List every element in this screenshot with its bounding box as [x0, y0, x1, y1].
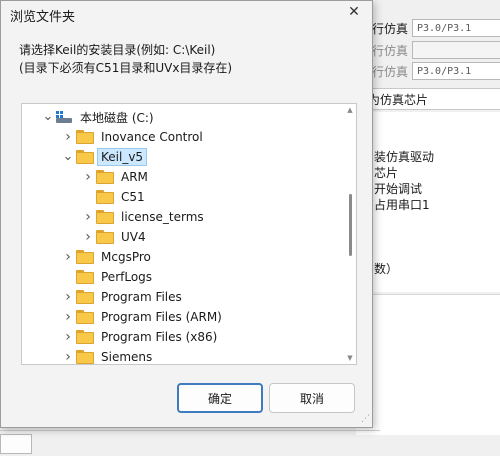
scroll-up-arrow-icon[interactable]: ▲ [346, 106, 354, 114]
folder-icon [96, 230, 114, 244]
tree-item[interactable]: › Program Files (x86) [62, 327, 221, 347]
folder-icon [96, 170, 114, 184]
emulation-row-3: 行仿真 P3.0/P3.1 ▼ [372, 61, 500, 81]
chevron-right-icon[interactable]: › [62, 289, 74, 305]
scroll-thumb[interactable] [349, 194, 352, 256]
emulation-row-1: 行仿真 P3.0/P3.1 ▼ [372, 18, 500, 38]
background-option-text-4: 占用串口1 [374, 198, 430, 212]
folder-icon [76, 330, 94, 344]
folder-icon [76, 290, 94, 304]
emulation-row-1-label: 行仿真 [372, 21, 409, 36]
tree-item[interactable]: C51 [82, 187, 149, 207]
tree-item-label: Siemens [101, 350, 153, 364]
tree-item[interactable]: › Siemens [62, 347, 156, 364]
folder-icon [76, 350, 94, 364]
tree-item[interactable]: › McgsPro [62, 247, 155, 267]
tree-item[interactable]: PerfLogs [62, 267, 156, 287]
tree-item[interactable]: › Program Files [62, 287, 186, 307]
dialog-instruction-line-2: (目录下必须有C51目录和UVx目录存在) [19, 61, 233, 75]
chevron-right-icon[interactable]: › [62, 249, 74, 265]
emulation-port-select-2[interactable]: ▼ [412, 41, 500, 59]
tree-item-label: C51 [121, 190, 145, 204]
background-option-text-1: 装仿真驱动 [374, 150, 435, 164]
drive-icon [56, 111, 72, 123]
tree-item-label: Inovance Control [101, 130, 203, 144]
folder-icon [96, 210, 114, 224]
background-button[interactable] [0, 434, 32, 454]
tree-scrollbar[interactable]: ▲ ▼ [344, 104, 356, 364]
tree-item-label: PerfLogs [101, 270, 153, 284]
cancel-button[interactable]: 取消 [269, 383, 355, 413]
tree-item-label: Program Files (x86) [101, 330, 218, 344]
folder-icon [76, 310, 94, 324]
chevron-right-icon[interactable]: › [62, 329, 74, 345]
tree-item-label: Program Files [101, 290, 182, 304]
emulation-row-2-label: 行仿真 [372, 43, 409, 58]
chevron-down-icon[interactable]: ⌄ [42, 110, 54, 123]
background-option-text-2: 芯片 [374, 166, 399, 180]
tree-item-label: McgsPro [101, 250, 151, 264]
tree-item-label: Program Files (ARM) [101, 310, 222, 324]
folder-icon [96, 190, 114, 204]
chevron-right-icon[interactable]: › [62, 349, 74, 364]
chevron-right-icon[interactable]: › [82, 169, 94, 185]
tree-item[interactable]: › Inovance Control [62, 127, 207, 147]
tree-item-label: license_terms [121, 210, 204, 224]
emulation-chip-bar[interactable]: 为仿真芯片 [356, 88, 500, 110]
close-button[interactable]: ✕ [336, 1, 372, 23]
tree-item-label: Keil_v5 [97, 148, 148, 166]
tree-item[interactable]: › ARM [82, 167, 152, 187]
folder-icon [76, 250, 94, 264]
tree-item-label: 本地磁盘 (C:) [80, 110, 154, 125]
emulation-row-2: 行仿真 ▼ [372, 40, 500, 60]
chevron-right-icon[interactable]: › [82, 229, 94, 245]
emulation-row-3-label: 行仿真 [372, 64, 409, 79]
emulation-port-select-3[interactable]: P3.0/P3.1 ▼ [412, 62, 500, 80]
dialog-title: 浏览文件夹 [10, 10, 76, 25]
tree-item[interactable]: › UV4 [82, 227, 150, 247]
folder-tree[interactable]: ⌄ 本地磁盘 (C:) › Inovance Control ⌄ Keil_v5 › ARM C… [21, 103, 357, 365]
background-option-text-3: 开始调试 [374, 182, 423, 196]
folder-icon [76, 130, 94, 144]
resize-grip-icon[interactable]: ⋰ [361, 414, 370, 424]
tree-item[interactable]: ⌄ Keil_v5 [62, 147, 148, 167]
folder-icon [76, 270, 94, 284]
tree-item[interactable]: › license_terms [82, 207, 208, 227]
tree-item-label: ARM [121, 170, 148, 184]
chevron-right-icon[interactable]: › [82, 209, 94, 225]
tree-item-label: UV4 [121, 230, 146, 244]
folder-icon [76, 150, 94, 164]
ok-button[interactable]: 确定 [177, 383, 263, 413]
close-icon: ✕ [348, 4, 360, 20]
chevron-right-icon[interactable]: › [62, 309, 74, 325]
background-divider [0, 430, 380, 431]
scroll-down-arrow-icon[interactable]: ▼ [346, 354, 354, 362]
browse-folder-dialog: 浏览文件夹 ✕ 请选择Keil的安装目录(例如: C:\Keil) (目录下必须… [0, 0, 373, 428]
background-lower-panel [356, 294, 500, 435]
emulation-chip-text: 为仿真芯片 [368, 92, 429, 107]
dialog-titlebar[interactable]: 浏览文件夹 ✕ [1, 1, 372, 27]
chevron-right-icon[interactable]: › [62, 129, 74, 145]
tree-item[interactable]: ⌄ 本地磁盘 (C:) [42, 107, 158, 127]
background-option-text-5: 数） [374, 262, 399, 276]
dialog-instruction-line-1: 请选择Keil的安装目录(例如: C:\Keil) [19, 43, 216, 57]
tree-item[interactable]: › Program Files (ARM) [62, 307, 226, 327]
chevron-down-icon[interactable]: ⌄ [62, 150, 74, 163]
emulation-port-select-1[interactable]: P3.0/P3.1 ▼ [412, 19, 500, 37]
